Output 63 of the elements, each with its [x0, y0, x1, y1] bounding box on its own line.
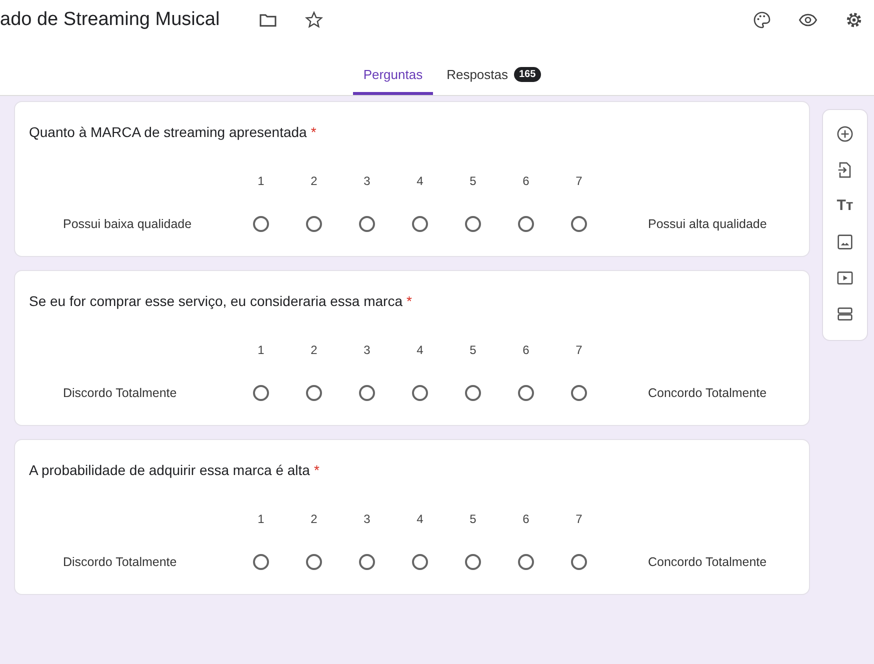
- scale-number: 7: [574, 174, 584, 188]
- scale-label: Discordo Totalmente: [62, 555, 178, 569]
- scale-number: 6: [522, 174, 530, 188]
- image-icon[interactable]: [835, 232, 855, 252]
- radio-button[interactable]: [359, 554, 375, 570]
- scale-label: Concordo Totalmente: [647, 386, 768, 400]
- radio-button[interactable]: [571, 554, 587, 570]
- scale-label: Discordo Totalmente: [62, 386, 178, 400]
- scale-number: 7: [574, 343, 584, 357]
- radio-button[interactable]: [412, 385, 428, 401]
- radio-button[interactable]: [518, 554, 534, 570]
- radio-button[interactable]: [465, 385, 481, 401]
- scale-label: Possui alta qualidade: [647, 217, 768, 231]
- scale-number: 3: [362, 174, 372, 188]
- scale-number: 4: [416, 174, 424, 188]
- scale-number: 1: [256, 174, 266, 188]
- scale-number: 6: [522, 512, 530, 526]
- scale-number: 5: [468, 174, 478, 188]
- radio-button[interactable]: [412, 554, 428, 570]
- scale-number: 5: [468, 343, 478, 357]
- scale-number: 1: [256, 512, 266, 526]
- radio-button[interactable]: [465, 554, 481, 570]
- palette-icon[interactable]: [752, 10, 772, 30]
- radio-button[interactable]: [306, 216, 322, 232]
- radio-button[interactable]: [571, 216, 587, 232]
- scale-number: 3: [362, 512, 372, 526]
- required-mark: *: [310, 124, 316, 140]
- question-title: Quanto à MARCA de streaming apresentada: [29, 124, 307, 140]
- radio-button[interactable]: [518, 385, 534, 401]
- radio-button[interactable]: [306, 385, 322, 401]
- tab[interactable]: Respostas 165: [436, 67, 551, 95]
- scale-number: 5: [468, 512, 478, 526]
- radio-button[interactable]: [253, 216, 269, 232]
- question-title: Se eu for comprar esse serviço, eu consideraria essa marca: [29, 293, 402, 309]
- settings-icon[interactable]: [844, 10, 864, 30]
- form-title: ado de Streaming Musical: [0, 9, 220, 31]
- radio-button[interactable]: [359, 385, 375, 401]
- radio-button[interactable]: [571, 385, 587, 401]
- scale-number: 6: [522, 343, 530, 357]
- count-badge: 165: [514, 67, 541, 82]
- radio-button[interactable]: [306, 554, 322, 570]
- scale-number: 2: [310, 512, 318, 526]
- scale-number: 7: [574, 512, 584, 526]
- text-icon[interactable]: Tт: [836, 196, 854, 216]
- scale-number: 2: [310, 174, 318, 188]
- radio-button[interactable]: [518, 216, 534, 232]
- scale-label: Concordo Totalmente: [647, 555, 768, 569]
- scale-number: 4: [416, 343, 424, 357]
- question-title: A probabilidade de adquirir essa marca é alta: [29, 462, 310, 478]
- radio-button[interactable]: [253, 554, 269, 570]
- scale-number: 3: [362, 343, 372, 357]
- scale-number: 2: [310, 343, 318, 357]
- scale-label: Possui baixa qualidade: [62, 217, 193, 231]
- required-mark: *: [406, 293, 412, 309]
- star-icon[interactable]: [304, 10, 324, 30]
- radio-button[interactable]: [465, 216, 481, 232]
- radio-button[interactable]: [359, 216, 375, 232]
- radio-button[interactable]: [253, 385, 269, 401]
- add-icon[interactable]: [835, 124, 855, 144]
- scale-number: 1: [256, 343, 266, 357]
- radio-button[interactable]: [412, 216, 428, 232]
- required-mark: *: [314, 462, 320, 478]
- scale-number: 4: [416, 512, 424, 526]
